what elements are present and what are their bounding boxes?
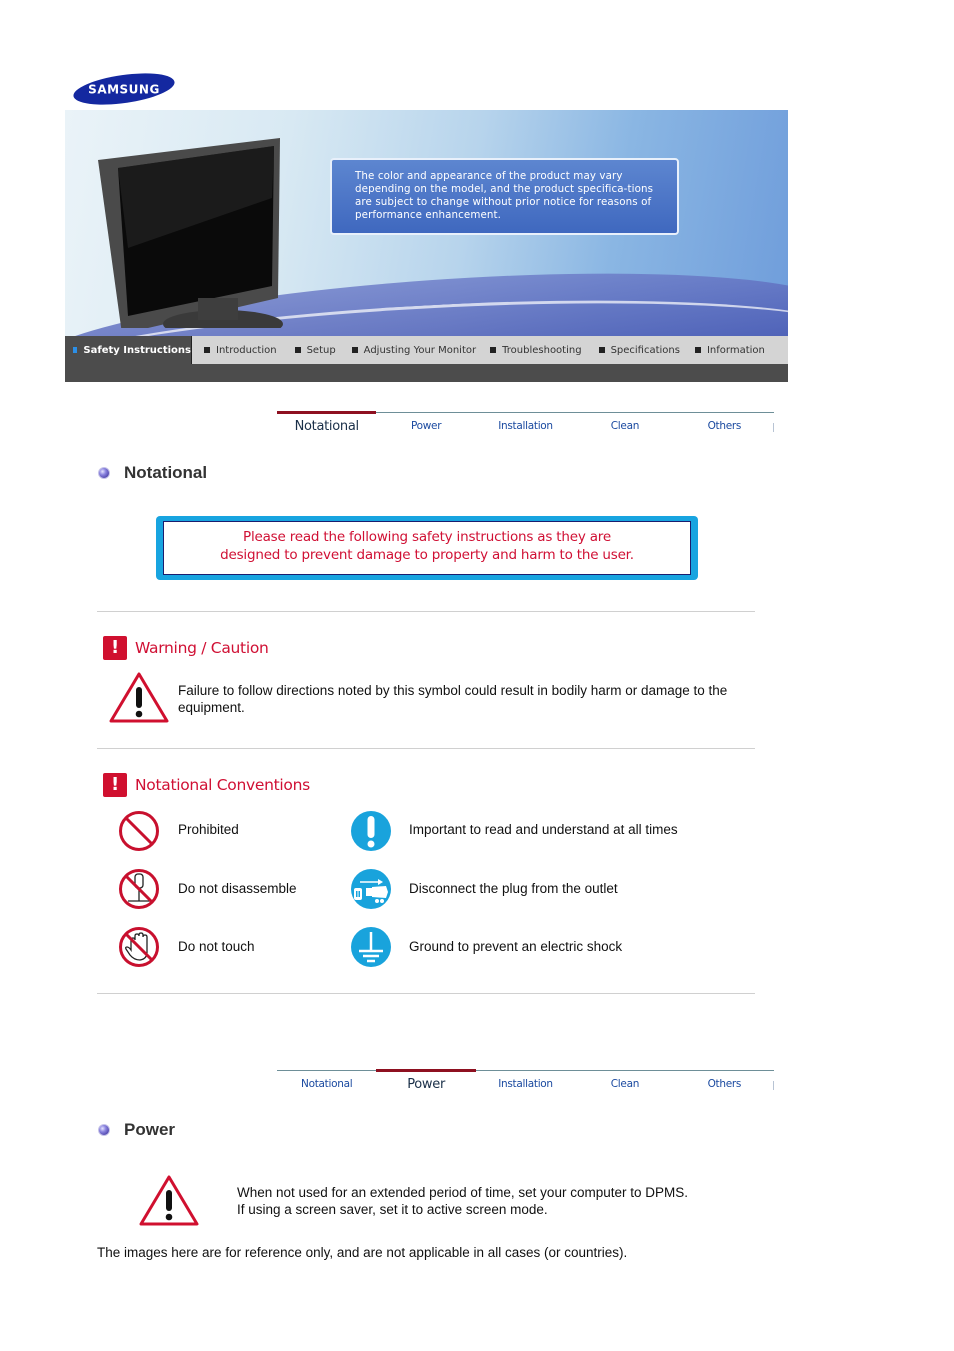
bullet-orb-icon bbox=[98, 1124, 110, 1136]
nav-troubleshooting[interactable]: Troubleshooting bbox=[476, 336, 582, 364]
bullet-square-icon bbox=[294, 347, 301, 353]
tab-clean[interactable]: Clean bbox=[575, 413, 674, 442]
bullet-square-icon bbox=[351, 347, 358, 353]
section-heading-notational: Notational bbox=[98, 463, 207, 483]
nav-adjusting-your-monitor[interactable]: Adjusting Your Monitor bbox=[336, 336, 476, 364]
nav-information[interactable]: Information bbox=[680, 336, 765, 364]
nav-safety-instructions[interactable]: Safety Instructions bbox=[65, 336, 192, 364]
convention-do-not-disassemble: Do not disassemble bbox=[178, 881, 297, 896]
bullet-orb-icon bbox=[98, 467, 110, 479]
convention-prohibited: Prohibited bbox=[178, 822, 239, 837]
info-line-2: designed to prevent damage to property a… bbox=[220, 547, 634, 563]
main-nav: Safety Instructions Introduction Setup A… bbox=[65, 336, 788, 364]
do-not-touch-icon bbox=[119, 927, 159, 967]
power-instructions: When not used for an extended period of … bbox=[237, 1184, 757, 1218]
bullet-square-icon bbox=[694, 347, 701, 353]
section-tabs-bottom: Notational Power Installation Clean Othe… bbox=[277, 1069, 774, 1100]
tab-installation[interactable]: Installation bbox=[476, 413, 575, 442]
nav-setup[interactable]: Setup bbox=[277, 336, 336, 364]
info-line-1: Please read the following safety instruc… bbox=[243, 529, 611, 545]
convention-disconnect-plug: Disconnect the plug from the outlet bbox=[409, 881, 618, 896]
nav-specifications[interactable]: Specifications bbox=[582, 336, 680, 364]
disconnect-plug-icon bbox=[351, 869, 391, 909]
nav-introduction[interactable]: Introduction bbox=[192, 336, 277, 364]
divider bbox=[97, 993, 755, 994]
section-heading-power: Power bbox=[98, 1120, 175, 1140]
divider bbox=[97, 611, 755, 612]
tab-notational[interactable]: Notational bbox=[277, 1071, 376, 1100]
bullet-square-icon bbox=[598, 347, 605, 353]
exclamation-badge-icon: ! bbox=[103, 773, 127, 797]
section-tabs-top: Notational Power Installation Clean Othe… bbox=[277, 411, 774, 442]
tab-power[interactable]: Power bbox=[376, 1069, 477, 1100]
logo-text: SAMSUNG bbox=[88, 83, 160, 97]
convention-important: Important to read and understand at all … bbox=[409, 822, 678, 837]
power-line-1: When not used for an extended period of … bbox=[237, 1185, 688, 1200]
power-line-2: If using a screen saver, set it to activ… bbox=[237, 1202, 548, 1217]
nav-bottom-bar bbox=[65, 364, 788, 382]
exclamation-badge-icon: ! bbox=[103, 636, 127, 660]
do-not-disassemble-icon bbox=[119, 869, 159, 909]
tab-power[interactable]: Power bbox=[376, 413, 475, 442]
samsung-logo[interactable]: SAMSUNG bbox=[72, 72, 176, 106]
ground-icon bbox=[351, 927, 391, 967]
warning-caution-heading: ! Warning / Caution bbox=[103, 636, 269, 660]
warning-triangle-icon bbox=[109, 672, 169, 723]
warning-text: Failure to follow directions noted by th… bbox=[178, 683, 728, 715]
tab-separator bbox=[773, 1081, 774, 1090]
tab-installation[interactable]: Installation bbox=[476, 1071, 575, 1100]
tab-others[interactable]: Others bbox=[675, 1071, 774, 1100]
warning-triangle-icon bbox=[139, 1175, 199, 1226]
notational-conventions-heading: ! Notational Conventions bbox=[103, 773, 310, 797]
divider bbox=[97, 748, 755, 749]
important-icon bbox=[351, 811, 391, 851]
banner-notice: The color and appearance of the product … bbox=[330, 158, 679, 235]
convention-do-not-touch: Do not touch bbox=[178, 939, 255, 954]
tab-others[interactable]: Others bbox=[675, 413, 774, 442]
monitor-image bbox=[98, 138, 283, 328]
bullet-square-icon bbox=[204, 347, 210, 353]
bullet-square-icon bbox=[490, 347, 497, 353]
safety-info-box: Please read the following safety instruc… bbox=[156, 516, 698, 580]
tab-notational[interactable]: Notational bbox=[277, 411, 377, 442]
prohibited-icon bbox=[119, 811, 159, 851]
tab-clean[interactable]: Clean bbox=[575, 1071, 674, 1100]
footnote: The images here are for reference only, … bbox=[97, 1245, 628, 1260]
convention-ground: Ground to prevent an electric shock bbox=[409, 939, 623, 954]
tab-separator bbox=[773, 423, 774, 432]
bullet-square-icon bbox=[73, 347, 78, 353]
product-banner: The color and appearance of the product … bbox=[65, 110, 788, 336]
